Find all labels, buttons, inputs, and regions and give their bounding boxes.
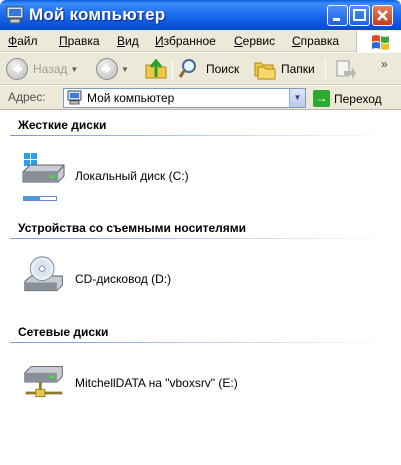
drive-label-c: Локальный диск (C:) — [75, 169, 189, 183]
close-icon — [377, 10, 388, 21]
minimize-icon — [333, 18, 340, 21]
search-icon — [178, 59, 196, 78]
forward-button[interactable]: ▼ — [96, 57, 129, 81]
menu-view[interactable]: Вид — [117, 34, 139, 48]
drive-usage-fill — [24, 197, 40, 200]
maximize-icon — [353, 9, 366, 21]
group-title-hard-disks: Жесткие диски — [18, 118, 107, 132]
menu-help[interactable]: Справка — [292, 34, 339, 48]
forward-arrow-icon — [96, 58, 118, 80]
toolbar: Назад ▼ ▼ Поиск Папки » — [0, 53, 401, 85]
menu-tools[interactable]: Сервис — [234, 34, 275, 48]
group-title-removable: Устройства со съемными носителями — [18, 221, 247, 235]
folders-button[interactable]: Папки — [253, 57, 315, 81]
back-label: Назад — [33, 62, 68, 76]
back-button[interactable]: Назад ▼ — [6, 57, 78, 81]
back-arrow-icon — [6, 58, 28, 80]
cd-drive-icon — [24, 256, 63, 292]
windows-flag-icon — [372, 35, 389, 50]
address-bar: Адрес: Мой компьютер ▼ → Переход — [0, 86, 401, 110]
go-label: Переход — [334, 91, 382, 106]
group-divider — [10, 342, 390, 343]
folders-label: Папки — [281, 62, 315, 76]
back-dropdown-icon[interactable]: ▼ — [70, 65, 78, 74]
search-label: Поиск — [206, 62, 240, 76]
up-folder-icon — [145, 58, 167, 79]
forward-dropdown-icon[interactable]: ▼ — [121, 65, 129, 74]
menu-favorites[interactable]: Избранное — [155, 34, 216, 48]
toolbar-overflow-icon[interactable]: » — [381, 57, 388, 71]
menu-edit[interactable]: Правка — [59, 34, 100, 48]
address-input[interactable]: Мой компьютер ▼ — [63, 88, 306, 108]
menu-bar: Файл Правка Вид Избранное Сервис Справка — [0, 30, 401, 52]
window-title: Мой компьютер — [29, 5, 166, 24]
network-drive-icon — [24, 365, 63, 398]
maximize-button[interactable] — [349, 5, 370, 26]
go-button[interactable]: → Переход — [313, 89, 382, 108]
views-icon — [336, 60, 356, 79]
group-divider — [10, 135, 390, 136]
address-dropdown-icon[interactable]: ▼ — [289, 89, 305, 107]
my-computer-icon — [6, 6, 24, 24]
drive-label-d: CD-дисковод (D:) — [75, 272, 172, 286]
minimize-button[interactable] — [327, 5, 348, 26]
close-button[interactable] — [372, 5, 393, 26]
drive-usage-bar — [23, 196, 57, 201]
group-title-network: Сетевые диски — [18, 325, 109, 339]
hard-disk-icon — [22, 153, 65, 183]
go-arrow-icon: → — [313, 90, 330, 107]
search-button[interactable]: Поиск — [178, 57, 239, 81]
menu-file[interactable]: Файл — [8, 34, 38, 48]
toolbar-separator — [325, 59, 326, 79]
drive-label-e: MitchellDATA на "vboxsrv" (E:) — [75, 376, 238, 390]
title-bar[interactable]: Мой компьютер — [0, 0, 401, 30]
folders-icon — [254, 62, 276, 80]
address-label: Адрес: — [8, 90, 46, 104]
windows-logo-box — [356, 31, 401, 53]
toolbar-separator — [172, 59, 173, 79]
views-button[interactable] — [333, 57, 357, 81]
group-divider — [10, 238, 390, 239]
address-value: Мой компьютер — [87, 91, 175, 105]
my-computer-small-icon — [67, 90, 82, 105]
up-folder-button[interactable] — [144, 57, 168, 81]
